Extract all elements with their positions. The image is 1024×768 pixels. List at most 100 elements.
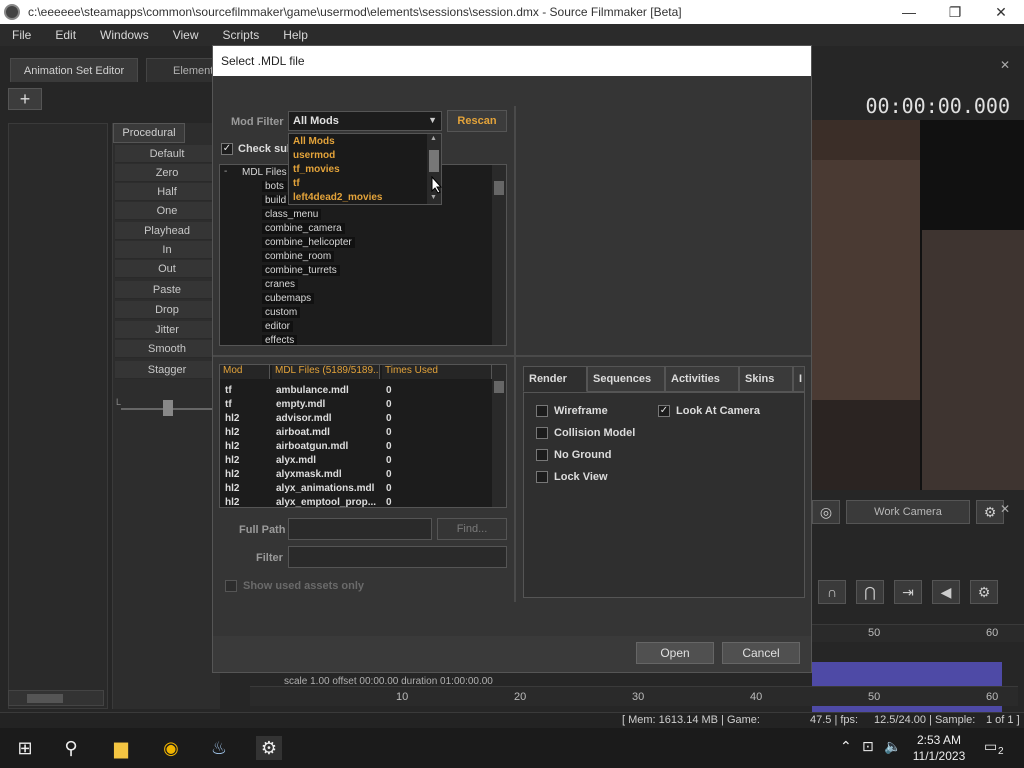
table-row[interactable]: hl2 airboatgun.mdl 0 bbox=[220, 441, 492, 455]
viewport[interactable] bbox=[812, 120, 1024, 490]
horizontal-splitter[interactable] bbox=[213, 355, 811, 357]
menu-help[interactable]: Help bbox=[271, 28, 320, 42]
tab-skins[interactable]: Skins bbox=[739, 366, 793, 392]
tab-activities[interactable]: Activities bbox=[665, 366, 739, 392]
menu-windows[interactable]: Windows bbox=[88, 28, 161, 42]
procedural-one-button[interactable]: One bbox=[115, 202, 219, 220]
table-scrollbar-thumb[interactable] bbox=[494, 381, 504, 393]
procedural-drop-button[interactable]: Drop bbox=[115, 301, 219, 319]
close-button[interactable]: ✕ bbox=[978, 0, 1024, 24]
magnet-snap-icon[interactable]: ⋂ bbox=[856, 580, 884, 604]
windows-start-icon[interactable]: ⊞ bbox=[12, 736, 38, 760]
timeline-gear-icon[interactable]: ⚙ bbox=[970, 580, 998, 604]
table-row[interactable]: hl2 alyx.mdl 0 bbox=[220, 455, 492, 469]
timeline-close-icon[interactable]: ✕ bbox=[1000, 502, 1010, 516]
wireframe-checkbox[interactable] bbox=[536, 405, 548, 417]
collision-model-checkbox[interactable] bbox=[536, 427, 548, 439]
menu-scripts[interactable]: Scripts bbox=[211, 28, 272, 42]
column-header-mod[interactable]: Mod bbox=[220, 365, 270, 379]
tree-item[interactable]: combine_helicopter bbox=[262, 237, 355, 248]
steam-icon[interactable]: ♨ bbox=[206, 736, 232, 760]
cancel-button[interactable]: Cancel bbox=[722, 642, 800, 664]
tab-procedural[interactable]: Procedural bbox=[113, 123, 185, 143]
chevron-up-icon[interactable]: ⌃ bbox=[840, 738, 852, 755]
menu-view[interactable]: View bbox=[161, 28, 211, 42]
tree-item[interactable]: effects bbox=[262, 335, 298, 345]
column-header-times-used[interactable]: Times Used bbox=[382, 365, 492, 379]
look-at-camera-checkbox[interactable]: ✓ bbox=[658, 405, 670, 417]
tree-item[interactable]: combine_camera bbox=[262, 223, 345, 234]
chrome-icon[interactable]: ◉ bbox=[158, 736, 184, 760]
speaker-icon[interactable]: ◀ bbox=[932, 580, 960, 604]
horizontal-scrollbar[interactable] bbox=[8, 690, 104, 706]
collapse-icon[interactable]: - bbox=[224, 166, 227, 177]
dropdown-option[interactable]: left4dead2_movies bbox=[293, 192, 383, 203]
procedural-playhead-button[interactable]: Playhead bbox=[115, 222, 219, 240]
animation-set-list[interactable] bbox=[8, 123, 108, 709]
tree-item[interactable]: combine_room bbox=[262, 251, 335, 262]
tree-item[interactable]: bots bbox=[262, 181, 287, 192]
menu-edit[interactable]: Edit bbox=[43, 28, 88, 42]
magnet-icon[interactable]: ∩ bbox=[818, 580, 846, 604]
tree-item[interactable]: cubemaps bbox=[262, 293, 315, 304]
tree-item[interactable]: editor bbox=[262, 321, 294, 332]
tab-sequences[interactable]: Sequences bbox=[587, 366, 665, 392]
table-row[interactable]: hl2 alyx_emptool_prop... 0 bbox=[220, 497, 492, 507]
tree-item[interactable]: build bbox=[262, 195, 290, 206]
table-scrollbar[interactable] bbox=[492, 365, 506, 507]
table-row[interactable]: hl2 alyxmask.mdl 0 bbox=[220, 469, 492, 483]
table-row[interactable]: hl2 alyx_animations.mdl 0 bbox=[220, 483, 492, 497]
procedural-zero-button[interactable]: Zero bbox=[115, 164, 219, 182]
skip-to-end-icon[interactable]: ⇥ bbox=[894, 580, 922, 604]
no-ground-checkbox[interactable] bbox=[536, 449, 548, 461]
maximize-button[interactable]: ❐ bbox=[932, 0, 978, 24]
vertical-splitter[interactable] bbox=[514, 106, 516, 602]
procedural-out-button[interactable]: Out bbox=[115, 260, 219, 278]
tree-scrollbar[interactable] bbox=[492, 165, 506, 345]
lock-view-checkbox[interactable] bbox=[536, 471, 548, 483]
tree-item[interactable]: combine_turrets bbox=[262, 265, 340, 276]
dropdown-scrollbar-thumb[interactable] bbox=[429, 150, 439, 172]
mod-filter-select[interactable]: All Mods ▼ bbox=[288, 111, 442, 131]
column-header-mdl-files[interactable]: MDL Files (5189/5189... bbox=[272, 365, 380, 379]
taskbar-clock[interactable]: 2:53 AM 11/1/2023 bbox=[906, 732, 972, 764]
tab-element[interactable]: Element bbox=[146, 58, 216, 82]
tab-render[interactable]: Render bbox=[523, 366, 587, 392]
filter-input[interactable] bbox=[288, 546, 507, 568]
dropdown-option[interactable]: All Mods bbox=[293, 136, 335, 147]
open-button[interactable]: Open bbox=[636, 642, 714, 664]
timeline-ruler-bottom[interactable]: 10 20 30 40 50 60 bbox=[250, 686, 1018, 706]
target-icon[interactable]: ◎ bbox=[812, 500, 840, 524]
scroll-up-icon[interactable]: ▲ bbox=[430, 135, 437, 142]
scrollbar-thumb[interactable] bbox=[27, 694, 63, 703]
viewer-close-icon[interactable]: ✕ bbox=[1000, 58, 1010, 72]
tab-overflow[interactable]: I bbox=[793, 366, 805, 392]
file-explorer-icon[interactable]: ▆ bbox=[108, 736, 134, 760]
find-button[interactable]: Find... bbox=[437, 518, 507, 540]
network-icon[interactable]: ⊡ bbox=[862, 738, 874, 755]
procedural-half-button[interactable]: Half bbox=[115, 183, 219, 201]
procedural-default-button[interactable]: Default bbox=[115, 145, 219, 163]
procedural-slider-thumb[interactable] bbox=[163, 400, 173, 416]
procedural-paste-button[interactable]: Paste bbox=[115, 281, 219, 299]
notification-icon[interactable]: ▭ bbox=[984, 738, 997, 755]
tree-item[interactable]: class_menu bbox=[262, 209, 322, 220]
show-used-checkbox[interactable] bbox=[225, 580, 237, 592]
dropdown-option[interactable]: tf bbox=[293, 178, 300, 189]
speaker-muted-icon[interactable]: 🔈 bbox=[884, 738, 901, 755]
table-row[interactable]: hl2 airboat.mdl 0 bbox=[220, 427, 492, 441]
check-sub-checkbox[interactable]: ✓ bbox=[221, 143, 233, 155]
mdl-file-table[interactable]: Mod MDL Files (5189/5189... Times Used t… bbox=[219, 364, 507, 508]
tree-item[interactable]: custom bbox=[262, 307, 301, 318]
menu-file[interactable]: File bbox=[0, 28, 43, 42]
table-row[interactable]: tf empty.mdl 0 bbox=[220, 399, 492, 413]
rescan-button[interactable]: Rescan bbox=[447, 110, 507, 132]
procedural-in-button[interactable]: In bbox=[115, 241, 219, 259]
minimize-button[interactable]: — bbox=[886, 0, 932, 24]
dropdown-option[interactable]: tf_movies bbox=[293, 164, 340, 175]
procedural-smooth-button[interactable]: Smooth bbox=[115, 340, 219, 358]
procedural-jitter-button[interactable]: Jitter bbox=[115, 321, 219, 339]
full-path-input[interactable] bbox=[288, 518, 432, 540]
tree-item[interactable]: cranes bbox=[262, 279, 299, 290]
scroll-down-icon[interactable]: ▼ bbox=[430, 194, 437, 201]
